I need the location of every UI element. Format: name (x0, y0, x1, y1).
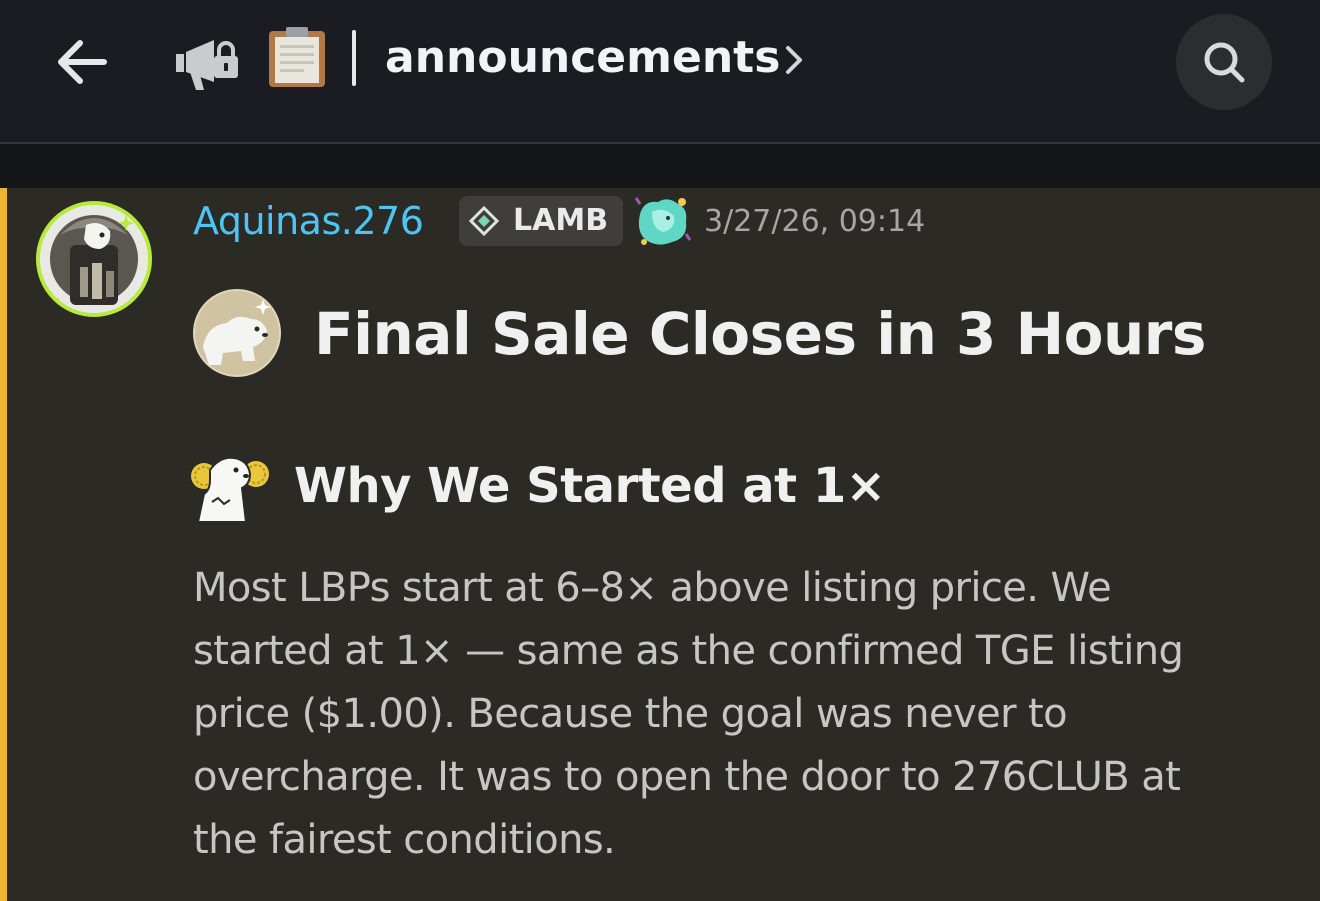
back-button[interactable] (52, 30, 116, 94)
diamond-icon (469, 206, 499, 236)
body-line: price ($1.00). Because the goal was neve… (193, 691, 1068, 737)
message-body: Most LBPs start at 6–8× above listing pr… (193, 557, 1273, 872)
body-line: overcharge. It was to open the door to 2… (193, 754, 1181, 800)
body-line: Most LBPs start at 6–8× above listing pr… (193, 565, 1112, 611)
avatar[interactable] (36, 201, 152, 317)
arrow-left-icon (58, 40, 107, 84)
search-icon (1204, 42, 1245, 83)
body-line: the fairest conditions. (193, 817, 616, 863)
chevron-right-icon[interactable] (780, 40, 808, 80)
message[interactable]: Aquinas.276 LAMB 3/27/26, 09:14 Final Sa… (0, 188, 1320, 901)
header-separator (352, 30, 356, 86)
channel-header: announcements (0, 0, 1320, 143)
channel-name[interactable]: announcements (385, 28, 780, 88)
announcement-megaphone-icon (170, 24, 242, 96)
role-badge-icon[interactable] (634, 194, 692, 250)
clipboard-icon (266, 25, 328, 89)
discord-channel-view: announcements Aquinas.276 LAMB 3/27/26, … (0, 0, 1320, 901)
message-subtitle: Why We Started at 1× (294, 458, 886, 514)
username[interactable]: Aquinas.276 (193, 198, 424, 244)
message-title: Final Sale Closes in 3 Hours (314, 300, 1206, 368)
polar-bear-emoji (193, 289, 281, 377)
body-line: started at 1× — same as the confirmed TG… (193, 628, 1184, 674)
server-tag[interactable]: LAMB (459, 196, 623, 246)
message-timestamp: 3/27/26, 09:14 (704, 204, 926, 239)
tag-label: LAMB (513, 203, 609, 238)
mention-highlight-bar (0, 188, 7, 901)
search-button[interactable] (1176, 14, 1272, 110)
cheering-bear-emoji (190, 450, 270, 524)
channel-subheader (0, 144, 1320, 188)
